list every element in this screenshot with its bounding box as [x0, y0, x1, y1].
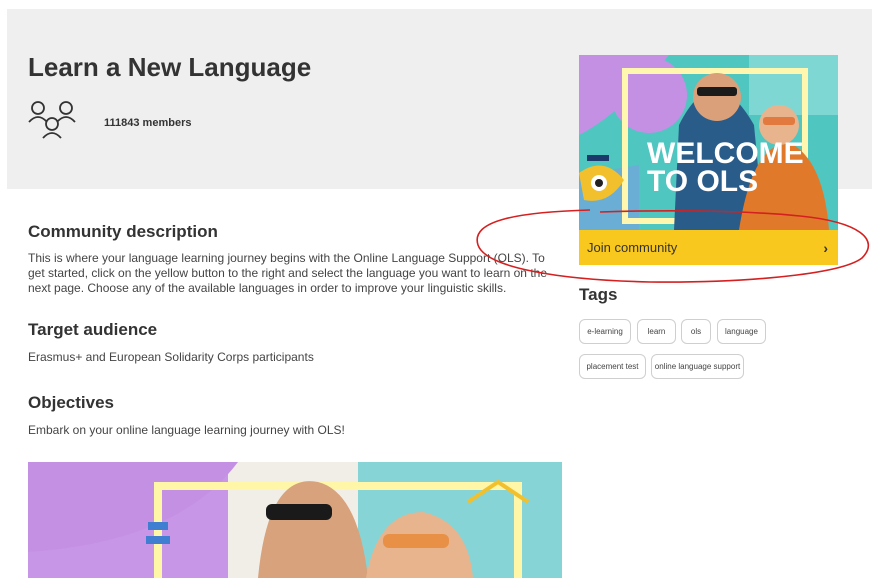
objectives-heading: Objectives [28, 393, 114, 412]
community-description-text: This is where your language learning jou… [28, 251, 547, 295]
join-community-label: Join community [587, 240, 678, 255]
tags-heading: Tags [579, 285, 618, 304]
members-count: 111843 members [104, 117, 192, 129]
objectives-text: Embark on your online language learning … [28, 423, 345, 437]
welcome-text-line2: TO OLS [647, 165, 758, 198]
target-audience-text: Erasmus+ and European Solidarity Corps p… [28, 350, 314, 364]
community-description-heading: Community description [28, 222, 218, 241]
tag-online-language-support[interactable]: online language support [651, 354, 744, 379]
tag-ols[interactable]: ols [681, 319, 711, 344]
page-title: Learn a New Language [28, 52, 312, 82]
tag-language[interactable]: language [717, 319, 766, 344]
join-community-button[interactable]: Join community › [579, 230, 838, 265]
tag-e-learning[interactable]: e-learning [579, 319, 631, 344]
welcome-card: WELCOME TO OLS Join community › [579, 55, 838, 265]
ols-promo-image [28, 462, 562, 578]
members-icon [28, 101, 76, 139]
tag-learn[interactable]: learn [637, 319, 676, 344]
welcome-banner-image: WELCOME TO OLS [579, 55, 838, 230]
target-audience-heading: Target audience [28, 320, 158, 339]
chevron-right-icon: › [823, 239, 828, 256]
tag-placement-test[interactable]: placement test [579, 354, 646, 379]
